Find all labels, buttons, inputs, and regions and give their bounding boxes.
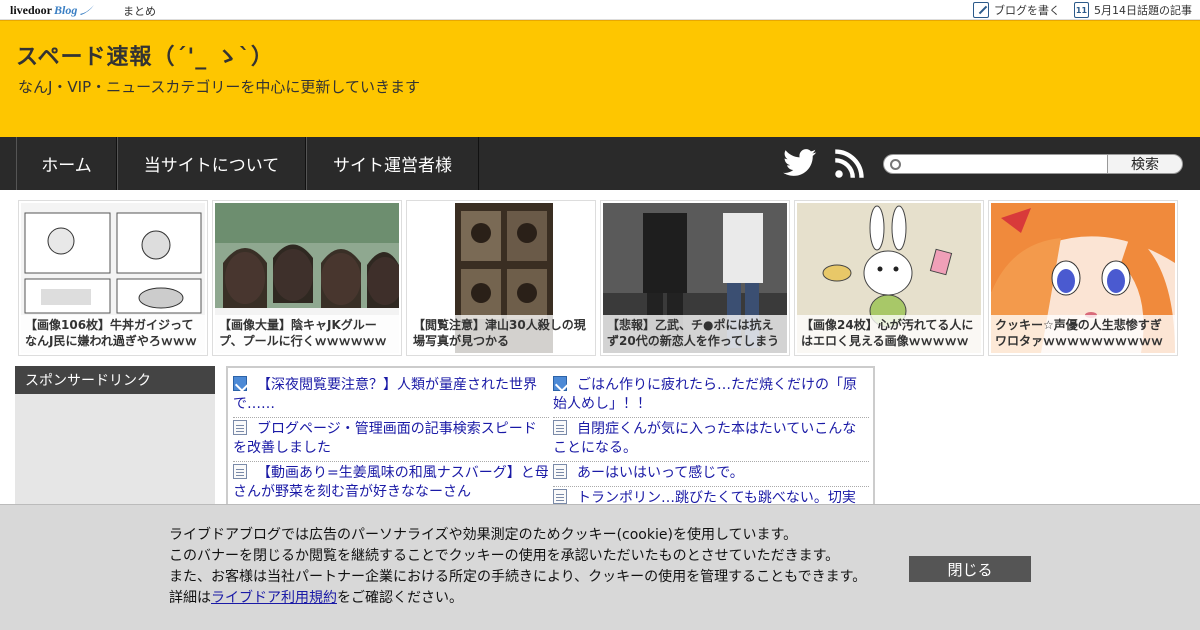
related-articles-box: 【深夜閲覧要注意？】人類が量産された世界で…… ブログページ・管理画面の記事検索… xyxy=(226,366,875,516)
list-item[interactable]: 【深夜閲覧要注意？】人類が量産された世界で…… xyxy=(233,374,549,418)
related-articles-right-column: ごはん作りに疲れたら…ただ焼くだけの「原始人めし」！！ 自閉症くんが気に入った本… xyxy=(553,374,869,512)
pencil-icon xyxy=(973,2,989,18)
related-articles-left-column: 【深夜閲覧要注意？】人類が量産された世界で…… ブログページ・管理画面の記事検索… xyxy=(233,374,549,506)
list-item[interactable]: 自閉症くんが気に入った本はたいていこんなことになる。 xyxy=(553,418,869,462)
cookie-text-line: このバナーを閉じるか閲覧を継続することでクッキーの使用を承認いただいたものとさせ… xyxy=(169,548,840,564)
search-form: 検索 xyxy=(883,154,1183,174)
nav-item-about[interactable]: 当サイトについて xyxy=(117,137,306,190)
logo-livedoor-text: livedoor xyxy=(10,2,52,17)
terms-of-use-link[interactable]: ライブドア利用規約 xyxy=(211,590,337,606)
list-item[interactable]: ブログページ・管理画面の記事検索スピードを改善しました xyxy=(233,418,549,462)
cookie-details-suffix: をご確認ください。 xyxy=(337,590,463,606)
thumbnail-caption: 【画像大量】陰キャJKグループ、プールに行くｗｗｗｗｗｗｗ xyxy=(215,315,399,353)
document-icon xyxy=(553,464,567,479)
list-item[interactable]: ごはん作りに疲れたら…ただ焼くだけの「原始人めし」！！ xyxy=(553,374,869,418)
thumbnail-caption: クッキー☆声優の人生悲惨すぎワロタァｗｗｗｗｗｗｗｗｗｗ xyxy=(991,315,1175,353)
thumbnail-caption: 【悲報】乙武、チ●ポには抗えず20代の新恋人を作ってしまう xyxy=(603,315,787,353)
trending-articles-link[interactable]: 11 5月14日話題の記事 xyxy=(1074,2,1192,18)
article-link[interactable]: ごはん作りに疲れたら…ただ焼くだけの「原始人めし」！！ xyxy=(553,377,857,412)
sponsored-links-heading: スポンサードリンク xyxy=(15,366,215,394)
sidebar-ad-area xyxy=(15,394,215,514)
article-link[interactable]: あーはいはいって感じで。 xyxy=(577,465,744,481)
search-button[interactable]: 検索 xyxy=(1107,154,1183,174)
thumbnail-caption: 【閲覧注意】津山30人殺しの現場写真が見つかる xyxy=(409,315,593,353)
cookie-consent-banner: ライブドアブログでは広告のパーソナライズや効果測定のためクッキー(cookie)… xyxy=(0,504,1200,630)
article-link[interactable]: ブログページ・管理画面の記事検索スピードを改善しました xyxy=(233,421,537,456)
thumbnail-card[interactable]: クッキー☆声優の人生悲惨すぎワロタァｗｗｗｗｗｗｗｗｗｗ xyxy=(988,200,1178,356)
thumbnail-card[interactable]: 【画像24枚】心が汚れてる人にはエロく見える画像ｗｗｗｗｗ xyxy=(794,200,984,356)
article-link[interactable]: 【深夜閲覧要注意？】人類が量産された世界で…… xyxy=(233,377,537,412)
featured-thumbnails: 【画像106枚】牛丼ガイジってなんJ民に嫌われ過ぎやろｗｗｗｗ 【画像大量】陰キ… xyxy=(18,200,1180,356)
rss-icon[interactable] xyxy=(834,149,864,179)
article-link[interactable]: 自閉症くんが気に入った本はたいていこんなことになる。 xyxy=(553,421,856,456)
nav-item-operators[interactable]: サイト運営者様 xyxy=(306,137,479,190)
cookie-notice-text: ライブドアブログでは広告のパーソナライズや効果測定のためクッキー(cookie)… xyxy=(169,525,889,609)
document-icon xyxy=(233,420,247,435)
trending-articles-label: 5月14日話題の記事 xyxy=(1094,4,1192,17)
cookie-details-prefix: 詳細は xyxy=(169,590,211,606)
write-blog-label: ブログを書く xyxy=(994,4,1060,17)
document-icon xyxy=(233,464,247,479)
write-blog-link[interactable]: ブログを書く xyxy=(973,2,1060,18)
cookie-close-button[interactable]: 閉じる xyxy=(909,556,1031,582)
cookie-text-line: 詳細はライブドア利用規約をご確認ください。 xyxy=(169,588,889,609)
thumbnail-card[interactable]: 【悲報】乙武、チ●ポには抗えず20代の新恋人を作ってしまう xyxy=(600,200,790,356)
top-bar: livedoor Blog まとめ ブログを書く 11 5月14日話題の記事 xyxy=(0,0,1200,20)
pen-icon xyxy=(553,376,567,391)
livedoor-blog-logo[interactable]: livedoor Blog xyxy=(10,2,95,18)
search-input[interactable] xyxy=(883,154,1109,174)
logo-blog-text: Blog xyxy=(54,2,78,17)
calendar-icon: 11 xyxy=(1074,2,1089,18)
matome-link[interactable]: まとめ xyxy=(123,3,156,19)
site-title[interactable]: スペード速報（´'_ ゝ`） xyxy=(16,39,274,71)
thumbnail-card[interactable]: 【閲覧注意】津山30人殺しの現場写真が見つかる xyxy=(406,200,596,356)
thumbnail-card[interactable]: 【画像大量】陰キャJKグループ、プールに行くｗｗｗｗｗｗｗ xyxy=(212,200,402,356)
cookie-text-line: また、お客様は当社パートナー企業における所定の手続きにより、クッキーの使用を管理… xyxy=(169,569,867,585)
logo-swoosh-icon xyxy=(80,5,95,15)
site-header: スペード速報（´'_ ゝ`） なんJ・VIP・ニュースカテゴリーを中心に更新して… xyxy=(0,20,1200,137)
list-item[interactable]: 【動画あり=生姜風味の和風ナスバーグ】と母さんが野菜を刻む音が好きななーさん xyxy=(233,462,549,506)
nav-item-home[interactable]: ホーム xyxy=(16,137,117,190)
thumbnail-card[interactable]: 【画像106枚】牛丼ガイジってなんJ民に嫌われ過ぎやろｗｗｗｗ xyxy=(18,200,208,356)
cookie-text-line: ライブドアブログでは広告のパーソナライズや効果測定のためクッキー(cookie)… xyxy=(169,527,798,543)
document-icon xyxy=(553,489,567,504)
thumbnail-caption: 【画像24枚】心が汚れてる人にはエロく見える画像ｗｗｗｗｗ xyxy=(797,315,981,353)
site-description: なんJ・VIP・ニュースカテゴリーを中心に更新していきます xyxy=(18,78,420,96)
document-icon xyxy=(553,420,567,435)
list-item[interactable]: あーはいはいって感じで。 xyxy=(553,462,869,487)
thumbnail-caption: 【画像106枚】牛丼ガイジってなんJ民に嫌われ過ぎやろｗｗｗｗ xyxy=(21,315,205,353)
search-icon xyxy=(890,159,901,170)
pen-icon xyxy=(233,376,247,391)
twitter-bird-icon[interactable] xyxy=(783,149,817,177)
article-link[interactable]: 【動画あり=生姜風味の和風ナスバーグ】と母さんが野菜を刻む音が好きななーさん xyxy=(233,465,549,500)
